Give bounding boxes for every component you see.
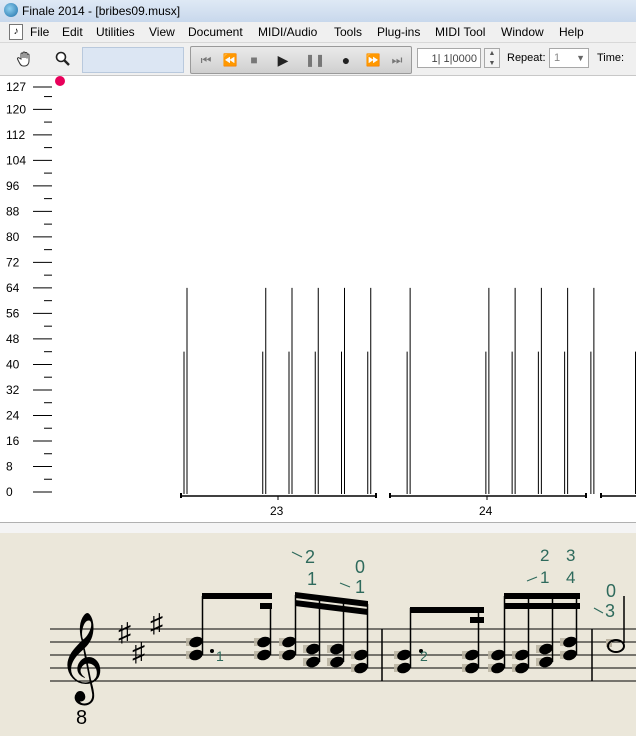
- beam: [260, 603, 272, 609]
- scale-label: 0: [6, 485, 13, 499]
- svg-text:♯: ♯: [150, 608, 163, 638]
- scale-label: 112: [6, 128, 25, 142]
- pause-icon[interactable]: ❚❚: [303, 47, 327, 73]
- midi-velocity-editor[interactable]: 127 120 112 104 96 88 80 72 64 56 48 40 32 24 16 8 0 23 24: [0, 76, 636, 522]
- scale-label: 64: [6, 281, 20, 295]
- menu-plug-ins[interactable]: Plug-ins: [377, 25, 420, 39]
- svg-text:♯: ♯: [118, 617, 131, 647]
- document-music-icon[interactable]: ♪: [9, 24, 23, 40]
- scale-label: 8: [6, 459, 13, 473]
- title-bar: Finale 2014 - [bribes09.musx]: [0, 0, 636, 23]
- beam: [470, 617, 484, 623]
- fingering-number[interactable]: 0: [355, 557, 365, 577]
- scale-label: 32: [6, 383, 20, 397]
- toolbar: ⏮ ⏪ ■ ▶ ❚❚ ● ⏩ ⏭ 1| 1|0000 ▲ ▼ Repeat: 1 …: [0, 43, 636, 76]
- beam: [410, 607, 484, 613]
- finale-logo-icon: [4, 3, 18, 17]
- window-title: Finale 2014 - [bribes09.musx]: [22, 4, 181, 18]
- fingering-number[interactable]: 1: [216, 648, 224, 664]
- menu-edit[interactable]: Edit: [62, 25, 83, 39]
- fingering-number[interactable]: 3: [566, 546, 575, 565]
- fast-forward-icon[interactable]: ⏩: [361, 47, 385, 73]
- velocity-handle[interactable]: [55, 76, 65, 86]
- velocity-graph[interactable]: 12712011210496888072645648403224168023 24: [0, 76, 636, 522]
- fingering-number[interactable]: 3: [605, 601, 615, 621]
- counter-spinner[interactable]: ▲ ▼: [484, 48, 500, 68]
- scale-label: 24: [6, 408, 20, 422]
- scale-label: 80: [6, 230, 20, 244]
- scale-label: 104: [6, 153, 26, 167]
- hand-icon[interactable]: [10, 46, 40, 72]
- playback-counter[interactable]: 1| 1|0000: [417, 48, 481, 68]
- scale-label: 40: [6, 357, 20, 371]
- fingering-string-dash: [291, 551, 303, 558]
- fingering-number[interactable]: 2: [305, 547, 315, 567]
- chevron-down-icon: ▼: [576, 53, 585, 63]
- svg-text:♯: ♯: [132, 637, 145, 667]
- dot: [210, 649, 214, 653]
- beam: [504, 603, 580, 609]
- scale-label: 16: [6, 434, 20, 448]
- repeat-select[interactable]: 1 ▼: [549, 48, 589, 68]
- time-label: Time:: [597, 52, 625, 64]
- beam: [202, 593, 272, 599]
- menu-document[interactable]: Document: [188, 25, 243, 39]
- fingering-number[interactable]: 1: [540, 568, 549, 587]
- menu-bar: ♪ File Edit Utilities View Document MIDI…: [0, 22, 636, 43]
- stop-icon[interactable]: ■: [242, 47, 266, 73]
- fingering-string-dash: [526, 576, 538, 582]
- scale-label: 120: [6, 102, 26, 116]
- repeat-value: 1: [554, 52, 561, 64]
- fingering-number[interactable]: 2: [420, 648, 428, 664]
- fingering-number[interactable]: 4: [566, 568, 575, 587]
- fingering-number[interactable]: 1: [307, 569, 317, 589]
- scale-label: 48: [6, 332, 20, 346]
- measure-number: 24: [479, 504, 493, 518]
- menu-view[interactable]: View: [149, 25, 175, 39]
- measure-number: 23: [270, 504, 284, 518]
- rewind-icon[interactable]: ⏪: [218, 47, 242, 73]
- menu-tools[interactable]: Tools: [334, 25, 362, 39]
- menu-midi-audio[interactable]: MIDI/Audio: [258, 25, 317, 39]
- record-icon[interactable]: ●: [334, 47, 358, 73]
- fingering-number[interactable]: 1: [355, 577, 365, 597]
- clef-octave-marker: 8: [76, 707, 87, 729]
- fingering-string-dash: [339, 582, 351, 588]
- score-view[interactable]: 𝄞 8 ♯ ♯ ♯ 121012231403: [0, 533, 636, 736]
- rewind-to-start-icon[interactable]: ⏮: [194, 47, 218, 73]
- magnifier-icon[interactable]: [48, 46, 78, 72]
- playback-controls: ⏮ ⏪ ■ ▶ ❚❚ ● ⏩ ⏭: [190, 46, 412, 74]
- tool-entry-field[interactable]: [82, 47, 184, 73]
- menu-midi-tool[interactable]: MIDI Tool: [435, 25, 485, 39]
- fingering-number[interactable]: 0: [606, 581, 616, 601]
- key-signature: ♯ ♯ ♯: [118, 608, 163, 667]
- scale-label: 72: [6, 255, 20, 269]
- scale-label: 56: [6, 306, 20, 320]
- fast-forward-to-end-icon[interactable]: ⏭: [385, 47, 409, 73]
- music-staff[interactable]: 𝄞 8 ♯ ♯ ♯ 1210122 31 403: [0, 533, 636, 736]
- scale-label: 96: [6, 179, 20, 193]
- menu-file[interactable]: File: [30, 25, 49, 39]
- notes-layer: [186, 592, 625, 674]
- treble-clef-icon: 𝄞: [58, 612, 104, 706]
- scale-label: 88: [6, 204, 20, 218]
- menu-utilities[interactable]: Utilities: [96, 25, 135, 39]
- menu-window[interactable]: Window: [501, 25, 544, 39]
- fingering-number[interactable]: 2: [540, 546, 549, 565]
- repeat-label: Repeat:: [507, 52, 546, 64]
- beam: [504, 593, 580, 599]
- menu-help[interactable]: Help: [559, 25, 584, 39]
- scale-label: 127: [6, 80, 26, 94]
- fingering-string-dash: [593, 607, 604, 614]
- play-icon[interactable]: ▶: [271, 47, 295, 73]
